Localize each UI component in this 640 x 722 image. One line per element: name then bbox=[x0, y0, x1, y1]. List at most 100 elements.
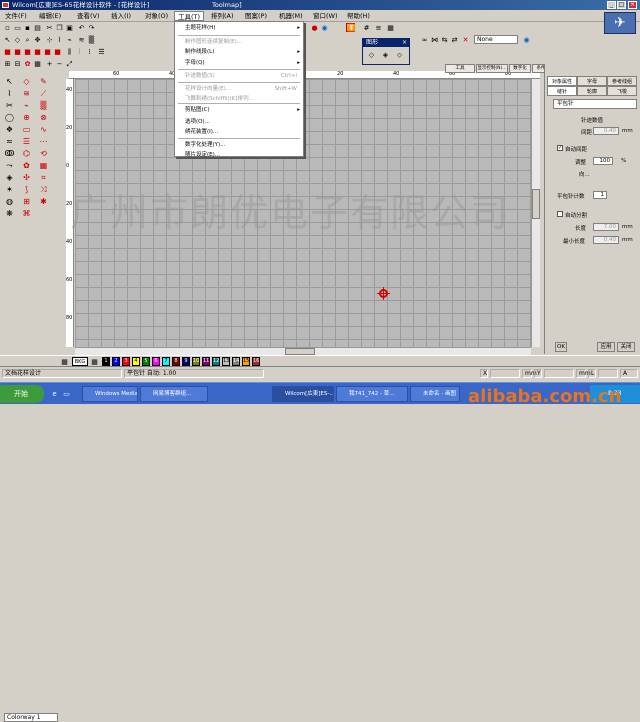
adjust-input[interactable]: 100 bbox=[593, 157, 613, 165]
thread-color-swatch[interactable]: 9 bbox=[182, 357, 190, 366]
task-draft[interactable]: 我741_742 - 草... bbox=[336, 386, 408, 402]
copy-icon[interactable]: ❐ bbox=[55, 23, 64, 32]
menu-tools[interactable]: 工具(T) bbox=[174, 11, 205, 21]
task-netease-blog[interactable]: 网易博客群组... bbox=[140, 386, 208, 402]
artistic-view-icon[interactable]: ✿ bbox=[23, 59, 32, 68]
menu-item-4[interactable]: 字母(Q) ▸ bbox=[175, 59, 303, 68]
box-tool-icon[interactable]: ⊞ bbox=[21, 196, 32, 207]
thread-color-swatch[interactable]: 2 bbox=[112, 357, 120, 366]
color-f-icon[interactable]: ■ bbox=[53, 47, 62, 56]
color-c-icon[interactable]: ■ bbox=[23, 47, 32, 56]
print-icon[interactable]: ▤ bbox=[33, 23, 42, 32]
tab-object-properties[interactable]: 对象属性 bbox=[547, 76, 577, 86]
thread-color-swatch[interactable]: 12 bbox=[212, 357, 220, 366]
thread-color-swatch[interactable]: 16 bbox=[252, 357, 260, 366]
docker-tab[interactable]: 数字化 bbox=[509, 64, 531, 73]
zoom-out-icon[interactable]: − bbox=[55, 59, 64, 68]
stitch-type-select[interactable]: 平包针 bbox=[553, 99, 637, 109]
ok-button[interactable]: OK bbox=[555, 342, 567, 352]
run-tool-icon[interactable]: ⌇ bbox=[4, 88, 15, 99]
colorway-select[interactable]: Colorway 1 bbox=[4, 713, 58, 722]
line-tool-icon[interactable]: ⟋ bbox=[38, 88, 49, 99]
auto-split-checkbox[interactable] bbox=[557, 211, 563, 217]
stitch-view-icon[interactable]: ⊞ bbox=[3, 59, 12, 68]
join-icon[interactable]: ⋈ bbox=[430, 35, 439, 44]
satin-icon[interactable]: ≋ bbox=[77, 35, 86, 44]
menu-item-8[interactable]: 剪贴图(C) ▸ bbox=[175, 106, 303, 115]
monogram-tool-icon[interactable]: ↂ bbox=[4, 148, 15, 159]
docker-tab[interactable]: 显示控制(N)... bbox=[476, 64, 508, 73]
tab-reference[interactable]: 参考线组 bbox=[607, 76, 637, 86]
tab-letters[interactable]: 字母 bbox=[577, 76, 607, 86]
tab-shuttle[interactable]: 飞梭 bbox=[607, 86, 637, 96]
auto-spacing-checkbox[interactable]: ✓ bbox=[557, 145, 563, 151]
menu-item-12[interactable]: 随片设定(E)... bbox=[175, 151, 303, 160]
maximize-button[interactable]: □ bbox=[617, 1, 626, 9]
trace-icon[interactable]: ⌁ bbox=[65, 35, 74, 44]
thread-color-swatch[interactable]: 6 bbox=[152, 357, 160, 366]
close-panel-button[interactable]: 关闭 bbox=[617, 342, 635, 352]
horizontal-scroll-thumb[interactable] bbox=[285, 348, 315, 355]
task-wilcom[interactable]: Wilcom[広東]ES-... bbox=[272, 386, 334, 402]
diamond-tool-icon[interactable]: ◈ bbox=[4, 172, 15, 183]
menu-file[interactable]: 文件(F) bbox=[2, 11, 30, 21]
asterisk-tool-icon[interactable]: ✱ bbox=[38, 196, 49, 207]
tab-outline[interactable]: 轮廓 bbox=[577, 86, 607, 96]
stitch-c-icon[interactable]: ⁞ bbox=[85, 47, 94, 56]
menu-pattern[interactable]: 图案(P) bbox=[242, 11, 270, 21]
globe-icon[interactable]: ◉ bbox=[320, 23, 329, 32]
select-tool-icon[interactable]: ↖ bbox=[4, 76, 15, 87]
start-button[interactable]: 开始 bbox=[0, 385, 44, 403]
color-d-icon[interactable]: ■ bbox=[33, 47, 42, 56]
vertical-scroll-thumb[interactable] bbox=[532, 189, 540, 219]
special-tool-icon[interactable]: ⌘ bbox=[21, 208, 32, 219]
group-icon[interactable]: ⇄ bbox=[450, 35, 459, 44]
hash-tool-icon[interactable]: ⌗ bbox=[38, 172, 49, 183]
color-e-icon[interactable]: ■ bbox=[43, 47, 52, 56]
color-a-icon[interactable]: ■ bbox=[3, 47, 12, 56]
rotate-tool-icon[interactable]: ⟲ bbox=[38, 148, 49, 159]
vertical-scrollbar[interactable] bbox=[531, 79, 540, 347]
motif-tool-icon[interactable]: ❖ bbox=[4, 124, 15, 135]
cut-icon[interactable]: ✂ bbox=[45, 23, 54, 32]
thread-color-swatch[interactable]: 7 bbox=[162, 357, 170, 366]
reshape-tool-icon[interactable]: ◇ bbox=[21, 76, 32, 87]
menu-machine[interactable]: 机器(M) bbox=[276, 11, 306, 21]
circle-tool-icon[interactable]: ◯ bbox=[4, 112, 15, 123]
thread-color-swatch[interactable]: 1 bbox=[102, 357, 110, 366]
shape-c-icon[interactable]: ⬦ bbox=[395, 50, 404, 59]
thread-color-swatch[interactable]: 13 bbox=[222, 357, 230, 366]
hexagon-tool-icon[interactable]: ⌬ bbox=[21, 148, 32, 159]
length-input[interactable]: 7.00 bbox=[593, 223, 619, 231]
menu-item-11[interactable]: 数字化处理(Y)... bbox=[175, 141, 303, 150]
background-color-swatch[interactable]: BKG bbox=[72, 357, 88, 366]
thread-color-swatch[interactable]: 15 bbox=[242, 357, 250, 366]
undo-icon[interactable]: ↶ bbox=[77, 23, 86, 32]
fill-icon[interactable]: ▒ bbox=[87, 35, 96, 44]
task-paint[interactable]: 未命名 - 画图 bbox=[410, 386, 460, 402]
minimize-button[interactable]: _ bbox=[607, 1, 616, 9]
stitch-b-icon[interactable]: ⫶ bbox=[75, 47, 84, 56]
outline-view-icon[interactable]: ⊟ bbox=[13, 59, 22, 68]
flower-tool-icon[interactable]: ✿ bbox=[21, 160, 32, 171]
mesh-view-icon[interactable]: ▦ bbox=[33, 59, 42, 68]
thread-color-swatch[interactable]: 14 bbox=[232, 357, 240, 366]
apply-button[interactable]: 应用 bbox=[597, 342, 615, 352]
rectangle-tool-icon[interactable]: ▭ bbox=[21, 124, 32, 135]
task-media-player[interactable]: Windows Media ... bbox=[82, 386, 138, 402]
stitch-a-icon[interactable]: ⫼ bbox=[65, 47, 74, 56]
quicklaunch-desktop-icon[interactable]: ▭ bbox=[62, 389, 71, 398]
shape-b-icon[interactable]: ◈ bbox=[381, 50, 390, 59]
delete-node-tool-icon[interactable]: ⊗ bbox=[38, 112, 49, 123]
thread-color-swatch[interactable]: 5 bbox=[142, 357, 150, 366]
menu-item-1[interactable]: 主题花样(H) ▸ bbox=[175, 24, 303, 33]
zoom-icon[interactable]: ⌕ bbox=[23, 35, 32, 44]
docker-tab[interactable]: 工具(Chen...) bbox=[445, 64, 475, 73]
trace-tool-icon[interactable]: ⌁ bbox=[21, 100, 32, 111]
menu-arrange[interactable]: 排列(A) bbox=[208, 11, 237, 21]
wave-tool-icon[interactable]: ∿ bbox=[38, 124, 49, 135]
curve-tool-icon[interactable]: ⟆ bbox=[21, 184, 32, 195]
min-length-input[interactable]: 0.40 bbox=[593, 236, 619, 244]
show-stitch-icon[interactable]: ☰ bbox=[97, 47, 106, 56]
floating-panel-close-icon[interactable]: × bbox=[402, 39, 407, 46]
